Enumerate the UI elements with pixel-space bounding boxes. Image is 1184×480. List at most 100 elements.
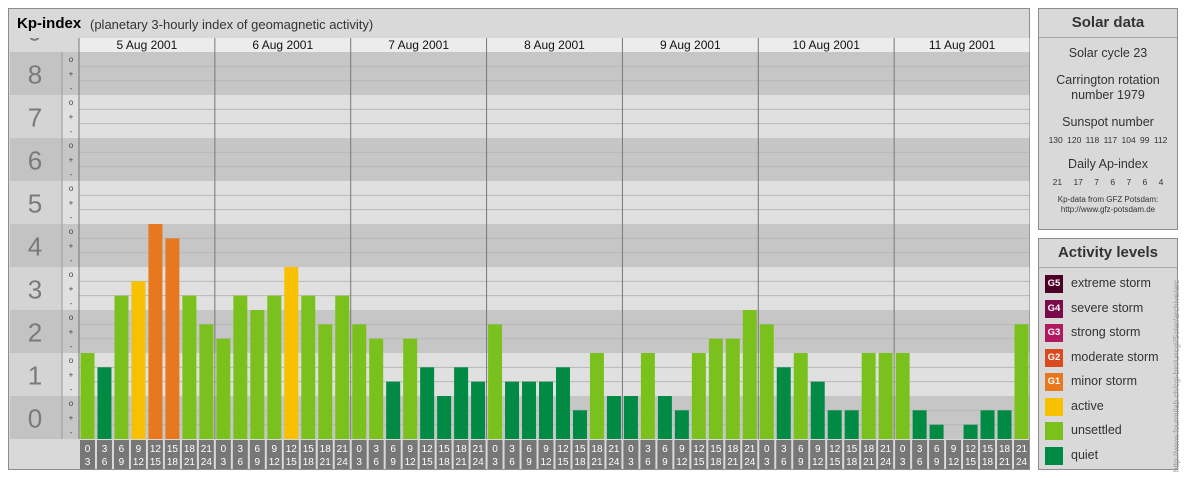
minor-tick-label: o [69, 313, 74, 322]
kp-bar [522, 381, 537, 439]
hour-end-label: 6 [373, 457, 379, 468]
hour-end-label: 21 [456, 457, 468, 468]
hour-start-label: 21 [201, 444, 213, 455]
kp-bar [827, 410, 842, 439]
hour-end-label: 21 [591, 457, 603, 468]
hour-start-label: 15 [167, 444, 179, 455]
y-tick-label: 0 [28, 404, 42, 434]
hour-end-label: 21 [320, 457, 332, 468]
minor-tick-label: + [69, 371, 74, 380]
kp-bar [589, 353, 604, 439]
minor-tick-label: o [69, 98, 74, 107]
legend-label: moderate storm [1071, 349, 1159, 364]
hour-end-label: 21 [184, 457, 196, 468]
hour-start-label: 0 [221, 444, 227, 455]
hour-end-label: 15 [150, 457, 162, 468]
kp-bar [742, 310, 757, 439]
hour-end-label: 21 [863, 457, 875, 468]
ap-index-label: Daily Ap-index [1068, 157, 1148, 171]
hour-start-label: 18 [591, 444, 603, 455]
legend-item: G2 moderate storm [1045, 348, 1175, 369]
kp-bar [657, 396, 672, 439]
y-tick-label: 7 [28, 103, 42, 133]
hour-start-label: 12 [693, 444, 705, 455]
hour-end-label: 15 [965, 457, 977, 468]
minor-tick-label: o [69, 270, 74, 279]
legend-item: unsettled [1045, 422, 1175, 442]
kp-bar [318, 324, 333, 439]
kp-bar [199, 324, 214, 439]
hour-start-label: 9 [272, 444, 278, 455]
hour-end-label: 3 [221, 457, 227, 468]
hour-start-label: 6 [934, 444, 940, 455]
minor-tick-label: - [70, 428, 73, 437]
hour-start-label: 9 [136, 444, 142, 455]
kp-bar [80, 353, 95, 439]
day-label: 10 Aug 2001 [793, 38, 861, 52]
legend-label: severe storm [1071, 300, 1144, 315]
hour-start-label: 9 [407, 444, 413, 455]
kp-bar [640, 353, 655, 439]
minor-tick-label: o [69, 356, 74, 365]
kp-bar [454, 367, 469, 439]
kp-bar [878, 353, 893, 439]
kp-bar [97, 367, 112, 439]
kp-bar [708, 338, 723, 439]
minor-tick-label: - [70, 127, 73, 136]
hour-start-label: 0 [85, 444, 91, 455]
minor-tick-label: - [70, 385, 73, 394]
hour-end-label: 9 [255, 457, 261, 468]
minor-tick-label: - [70, 213, 73, 222]
minor-tick-label: o [69, 184, 74, 193]
hour-end-label: 12 [948, 457, 960, 468]
kp-bar [572, 410, 587, 439]
hour-start-label: 9 [815, 444, 821, 455]
kp-bar [114, 295, 129, 439]
kp-band-6 [10, 138, 1030, 181]
y-tick-label: 1 [28, 361, 42, 391]
kp-bar [437, 396, 452, 439]
hour-start-label: 15 [710, 444, 722, 455]
kp-bar [335, 295, 350, 439]
kp-bar [556, 367, 570, 439]
hour-end-label: 24 [608, 457, 620, 468]
hour-start-label: 21 [744, 444, 756, 455]
minor-tick-label: o [69, 399, 74, 408]
solar-data-title: Solar data [1039, 9, 1177, 38]
hour-end-label: 24 [1016, 457, 1028, 468]
data-source-link[interactable]: http://www.gfz-potsdam.de [1039, 205, 1177, 215]
minor-tick-label: + [69, 70, 74, 79]
kp-bar [301, 295, 316, 439]
hour-start-label: 21 [1016, 444, 1028, 455]
minor-tick-label: + [69, 156, 74, 165]
legend-swatch [1045, 422, 1063, 440]
hour-end-label: 24 [473, 457, 485, 468]
hour-start-label: 9 [543, 444, 549, 455]
hour-end-label: 24 [337, 457, 349, 468]
hour-start-label: 6 [390, 444, 396, 455]
kp-band-4 [10, 224, 1030, 267]
kp-bar [623, 396, 638, 439]
kp-bar [997, 410, 1012, 439]
hour-end-label: 12 [812, 457, 824, 468]
hour-start-label: 12 [286, 444, 298, 455]
hour-end-label: 18 [574, 457, 586, 468]
hour-start-label: 21 [880, 444, 892, 455]
kp-bar [606, 396, 621, 439]
chart-header: Kp-index (planetary 3-hourly index of ge… [9, 9, 1029, 37]
legend-label: active [1071, 398, 1104, 413]
kp-bar [352, 324, 367, 439]
hour-start-label: 15 [439, 444, 451, 455]
data-source-line-1: Kp-data from GFZ Potsdam: [1057, 195, 1159, 204]
kp-band-5 [10, 181, 1030, 224]
legend-swatch: G5 [1045, 275, 1063, 293]
hour-start-label: 9 [951, 444, 957, 455]
hour-end-label: 3 [356, 457, 362, 468]
hour-end-label: 9 [390, 457, 396, 468]
hour-end-label: 3 [85, 457, 91, 468]
day-label: 11 Aug 2001 [929, 38, 996, 52]
hour-start-label: 12 [150, 444, 162, 455]
hour-start-label: 6 [255, 444, 261, 455]
day-label: 7 Aug 2001 [388, 38, 449, 52]
hour-end-label: 18 [710, 457, 722, 468]
